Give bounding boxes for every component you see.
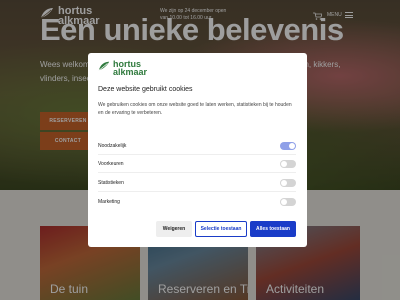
toggle-row-noodzakelijk: Noodzakelijk bbox=[98, 141, 296, 151]
toggle-statistieken[interactable] bbox=[280, 179, 296, 187]
toggle-row-marketing: Marketing bbox=[98, 197, 296, 207]
divider bbox=[98, 191, 296, 192]
modal-logo-line2: alkmaar bbox=[113, 67, 148, 77]
toggle-marketing[interactable] bbox=[280, 198, 296, 206]
modal-logo: hortus alkmaar bbox=[98, 60, 148, 77]
toggle-label: Marketing bbox=[98, 199, 120, 205]
cookie-title: Deze website gebruikt cookies bbox=[98, 86, 193, 93]
cookie-description: We gebruiken cookies om onze website goe… bbox=[98, 102, 292, 116]
toggle-row-voorkeuren: Voorkeuren bbox=[98, 159, 296, 169]
reject-button[interactable]: Weigeren bbox=[156, 221, 192, 237]
divider bbox=[98, 154, 296, 155]
toggle-label: Statistieken bbox=[98, 180, 124, 186]
toggle-row-statistieken: Statistieken bbox=[98, 178, 296, 188]
toggle-voorkeuren[interactable] bbox=[280, 160, 296, 168]
leaf-logo-icon bbox=[98, 61, 110, 71]
toggle-label: Voorkeuren bbox=[98, 161, 124, 167]
divider bbox=[98, 172, 296, 173]
cookie-dialog: hortus alkmaar Deze website gebruikt coo… bbox=[88, 53, 307, 247]
toggle-label: Noodzakelijk bbox=[98, 143, 127, 149]
allow-selection-button[interactable]: Selectie toestaan bbox=[195, 221, 247, 237]
toggle-noodzakelijk[interactable] bbox=[280, 142, 296, 150]
allow-all-button[interactable]: Alles toestaan bbox=[250, 221, 296, 237]
